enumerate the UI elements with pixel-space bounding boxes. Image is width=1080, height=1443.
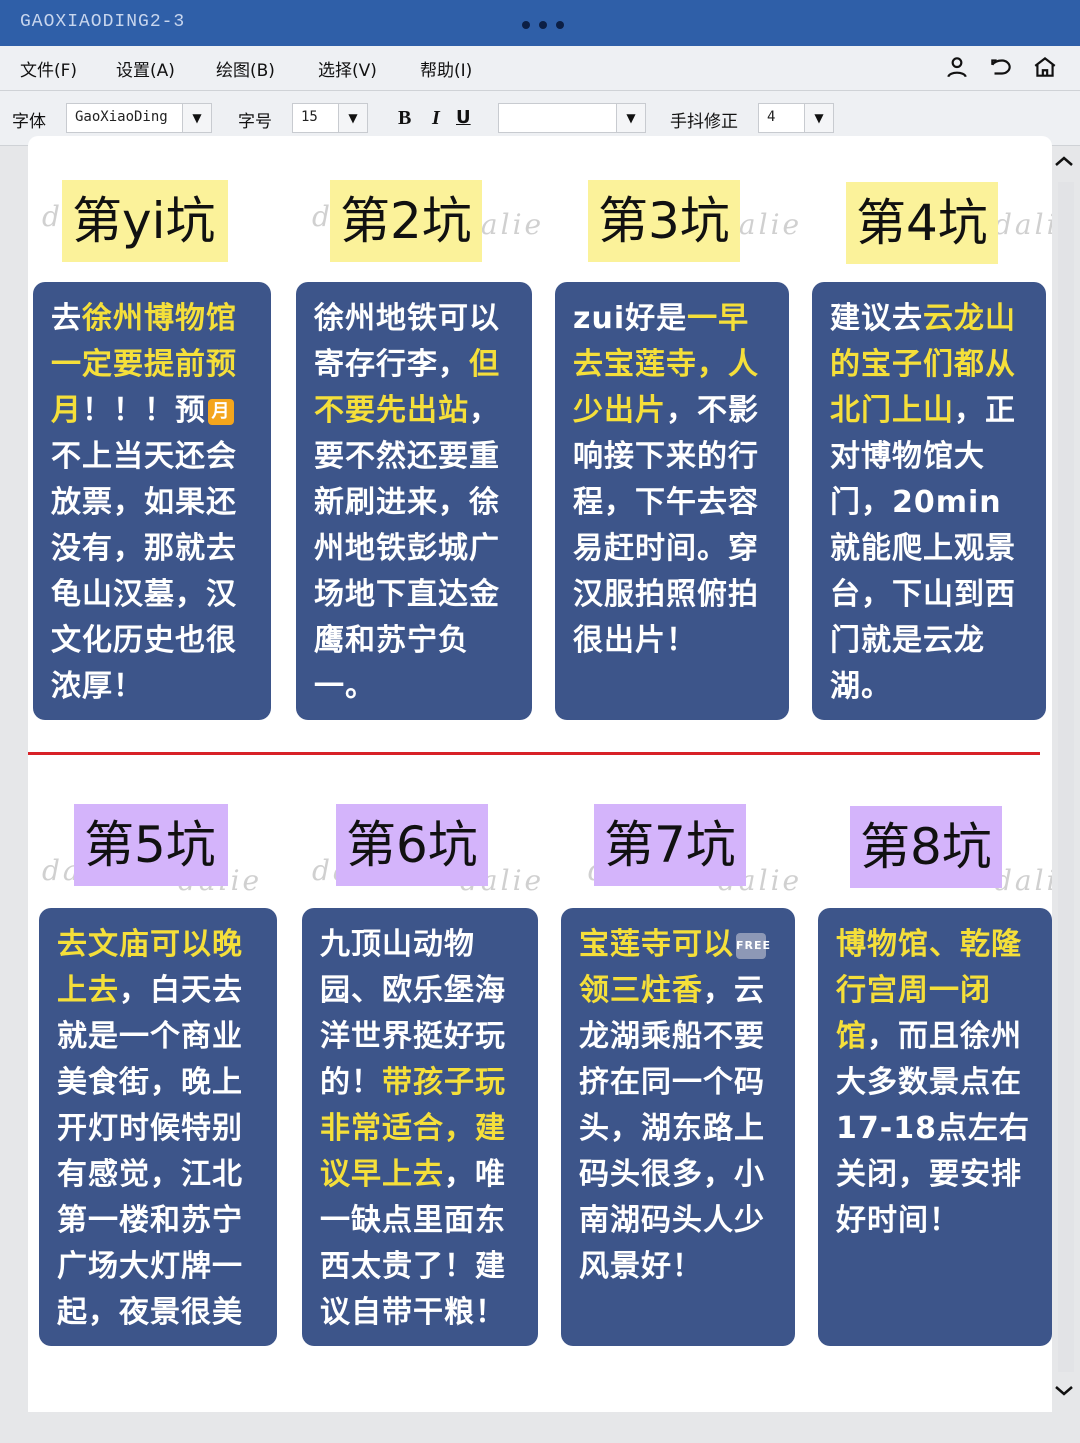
- color-select[interactable]: ▼: [498, 103, 646, 133]
- menu-select[interactable]: 选择(V): [318, 56, 377, 81]
- card-text: 不上当天还会放票，如果还没有，那就去龟山汉墓，汉文化历史也很浓厚！: [51, 439, 237, 704]
- row-divider: [28, 752, 1040, 755]
- home-icon[interactable]: [1032, 54, 1058, 80]
- card-text: 去: [51, 301, 82, 336]
- shake-select[interactable]: 4 ▼: [758, 103, 834, 133]
- month-emoji-icon: 月: [208, 398, 234, 425]
- pit-title-5: 第5坑: [74, 804, 228, 886]
- pit-card-7: 宝莲寺可以 FREE 领三炷香，云龙湖乘船不要挤在同一个码头，湖东路上码头很多，小南…: [561, 908, 795, 1346]
- undo-icon[interactable]: [988, 54, 1014, 80]
- size-label: 字号: [238, 112, 272, 132]
- window-title: GAOXIAODING2-3: [20, 12, 186, 32]
- card-text: ，云龙湖乘船不要挤在同一个码头，湖东路上码头很多，小南湖码头人少风景好！: [579, 973, 765, 1284]
- menu-draw[interactable]: 绘图(B): [216, 56, 275, 81]
- italic-button[interactable]: I: [432, 107, 440, 130]
- pit-title-2: 第2坑: [330, 180, 482, 262]
- menu-bar: 文件(F) 设置(A) 绘图(B) 选择(V) 帮助(I): [0, 46, 1080, 91]
- chevron-down-icon[interactable]: [1052, 1378, 1076, 1402]
- user-icon[interactable]: [944, 54, 970, 80]
- card-text: 建议去: [830, 301, 923, 336]
- card-text: ，要不然还要重新刷进来，徐州地铁彭城广场地下直达金鹰和苏宁负一。: [314, 393, 500, 704]
- card-text: ，正对博物馆大门，20min就能爬上观景台，下山到西门就是云龙湖。: [830, 393, 1016, 704]
- pit-card-1: 去徐州博物馆一定要提前预月！！！预 月不上当天还会放票，如果还没有，那就去龟山汉墓…: [33, 282, 271, 720]
- highlight-text: 领三炷香: [579, 973, 703, 1008]
- pit-title-4: 第4坑: [846, 182, 998, 264]
- menu-settings[interactable]: 设置(A): [116, 56, 175, 81]
- underline-button[interactable]: U: [456, 107, 471, 128]
- window-controls[interactable]: [522, 21, 564, 29]
- chevron-up-icon[interactable]: [1052, 150, 1076, 174]
- pit-title-8: 第8坑: [850, 806, 1002, 888]
- pit-card-5: 去文庙可以晚上去，白天去就是一个商业美食街，晚上开灯时候特别有感觉，江北第一楼和…: [39, 908, 277, 1346]
- window-dot-1[interactable]: [522, 21, 530, 29]
- chevron-down-icon[interactable]: ▼: [338, 104, 367, 132]
- menu-file[interactable]: 文件(F): [20, 56, 77, 81]
- card-text: ！！！预: [82, 393, 206, 428]
- title-bar: GAOXIAODING2-3: [0, 0, 1080, 46]
- pit-card-4: 建议去云龙山的宝子们都从北门上山，正对博物馆大门，20min就能爬上观景台，下山…: [812, 282, 1046, 720]
- font-select[interactable]: GaoXiaoDing ▼: [66, 103, 212, 133]
- pit-title-3: 第3坑: [588, 180, 740, 262]
- font-label: 字体: [12, 112, 46, 132]
- pit-title-1: 第yi坑: [62, 180, 228, 262]
- pit-card-6: 九顶山动物园、欧乐堡海洋世界挺好玩的！带孩子玩非常适合，建议早上去，唯一缺点里面…: [302, 908, 538, 1346]
- chevron-down-icon[interactable]: ▼: [804, 104, 833, 132]
- menu-help[interactable]: 帮助(I): [420, 56, 472, 81]
- pit-title-6: 第6坑: [336, 804, 488, 886]
- watermark: dalie: [994, 208, 1052, 241]
- pit-card-2: 徐州地铁可以寄存行李，但不要先出站，要不然还要重新刷进来，徐州地铁彭城广场地下直…: [296, 282, 532, 720]
- card-text: ，不影响接下来的行程，下午去容易赶时间。穿汉服拍照俯拍很出片！: [573, 393, 759, 658]
- drawing-canvas[interactable]: dalie dalie dalie dalie dalie dalie dali…: [28, 136, 1052, 1412]
- pit-title-7: 第7坑: [594, 804, 746, 886]
- bold-button[interactable]: B: [398, 107, 411, 130]
- size-select[interactable]: 15 ▼: [292, 103, 368, 133]
- window-dot-2[interactable]: [539, 21, 547, 29]
- highlight-text: 宝莲寺可以: [579, 927, 734, 962]
- scrollbar[interactable]: [1058, 182, 1074, 1372]
- free-emoji-icon: FREE: [736, 932, 770, 959]
- card-text: zui好是: [573, 301, 688, 336]
- chevron-down-icon[interactable]: ▼: [182, 104, 211, 132]
- watermark: dalie: [994, 864, 1052, 897]
- size-value: 15: [301, 109, 318, 125]
- chevron-down-icon[interactable]: ▼: [616, 104, 645, 132]
- window-dot-3[interactable]: [556, 21, 564, 29]
- shake-value: 4: [767, 109, 776, 125]
- shake-label: 手抖修正: [670, 112, 738, 132]
- pit-card-8: 博物馆、乾隆行宫周一闭馆，而且徐州大多数景点在17-18点左右关闭，要安排好时间…: [818, 908, 1052, 1346]
- card-text: ，白天去就是一个商业美食街，晚上开灯时候特别有感觉，江北第一楼和苏宁广场大灯牌一…: [57, 973, 243, 1330]
- pit-card-3: zui好是一早去宝莲寺，人少出片，不影响接下来的行程，下午去容易赶时间。穿汉服拍…: [555, 282, 789, 720]
- font-value: GaoXiaoDing: [75, 109, 168, 125]
